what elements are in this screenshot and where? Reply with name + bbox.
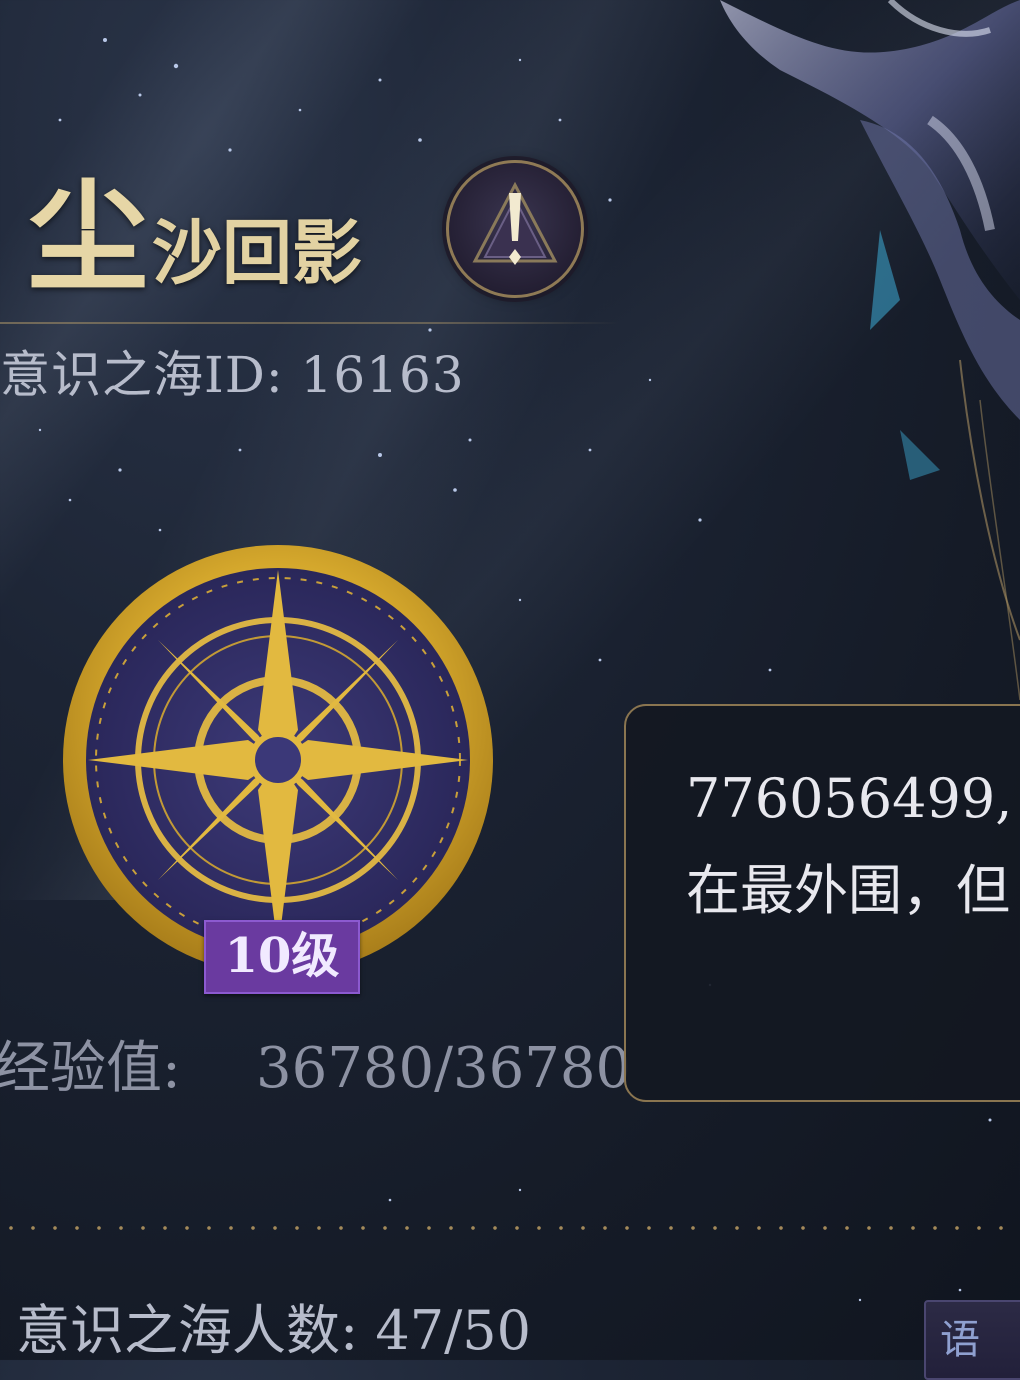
guild-title-first-char: 尘 <box>28 167 148 308</box>
exclamation-triangle-icon <box>472 181 558 265</box>
guild-id: 意识之海ID: 16163 <box>0 346 465 404</box>
member-count: 意识之海人数: 47/50 <box>16 1299 531 1362</box>
title-divider <box>0 322 620 324</box>
announcement-line-1: 776056499, <box>686 767 1013 830</box>
announcement-panel[interactable]: 776056499, 在最外围，但 <box>624 704 1020 1102</box>
crystal-wing-ornament <box>720 0 1020 701</box>
compass-emblem <box>63 545 493 975</box>
announcement-line-2: 在最外围，但 <box>686 859 1010 922</box>
experience-value: 36780/36780 <box>256 1036 632 1101</box>
level-badge: 10级 <box>204 920 360 994</box>
section-divider <box>0 1226 1020 1230</box>
side-action-button[interactable]: 语 <box>924 1300 1020 1380</box>
info-button[interactable] <box>446 160 584 298</box>
side-action-label: 语 <box>940 1317 980 1363</box>
experience-label: 经验值: <box>0 1036 181 1101</box>
guild-title-rest: 沙回影 <box>152 211 362 294</box>
